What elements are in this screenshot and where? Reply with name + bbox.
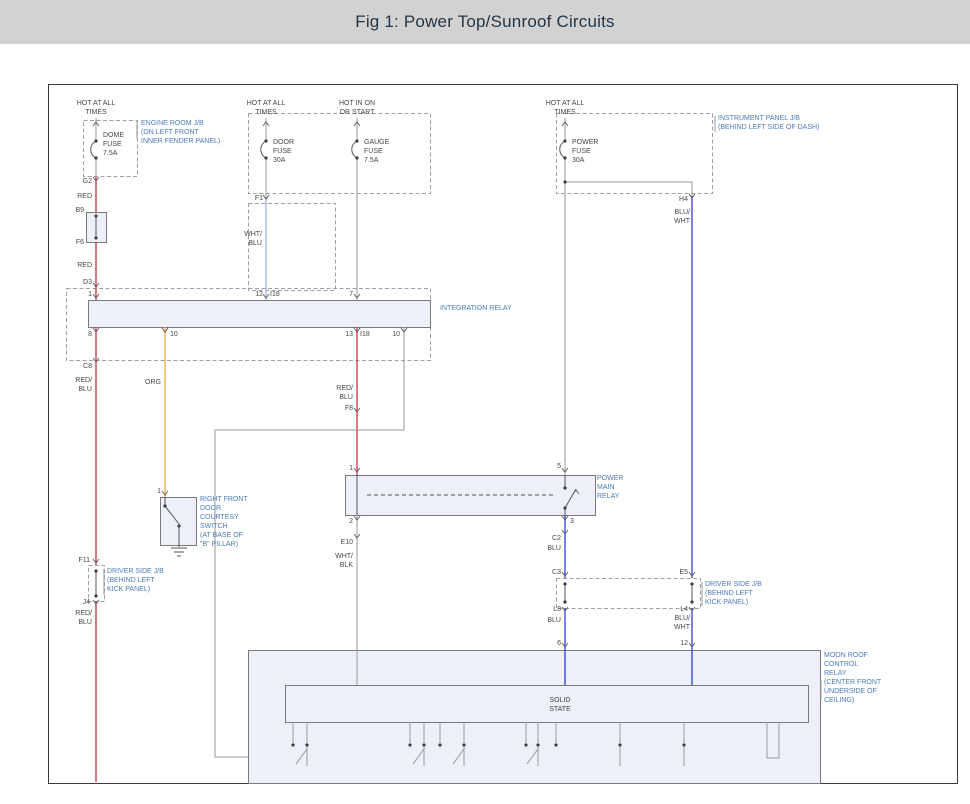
red-blu-label-3: RED/ BLU [75,609,92,627]
hot-in-on-or-start: HOT IN ON OR START [339,99,375,117]
ir-pin-13: 13 [345,330,353,339]
pmr-pin-5: 5 [557,462,561,471]
f11-label: F11 [78,556,90,565]
engine-room-jb-label: ENGINE ROOM J/B (ON LEFT FRONT INNER FEN… [141,119,220,146]
ir-pin-10b: 10 [392,330,400,339]
g2-label: G2 [83,177,92,186]
l4-label: L4 [680,605,688,614]
sw-pin-1: 1 [157,487,161,496]
wht-blk-label: WHT/ BLK [335,552,353,570]
e5-label: E5 [679,568,688,577]
figure-page: Fig 1: Power Top/Sunroof Circuits HOT AT… [0,0,970,804]
ir-pin-12: 12 [255,290,263,299]
red-blu-label-2: RED/ BLU [336,384,353,402]
blu-wht-label-1: BLU/ WHT [674,614,690,632]
ir-pin-1: 1 [88,290,92,299]
f1-label: F1 [255,194,263,203]
c2-label: C2 [552,534,561,543]
mr-pin-12: 12 [680,639,688,648]
ir-pin-i18-bottom: I18 [360,330,370,339]
hot-at-all-times-2: HOT AT ALL TIMES [247,99,286,117]
driver-side-jb-label-left: DRIVER SIDE J/B (BEHIND LEFT KICK PANEL) [107,567,164,594]
mr-pin-6: 6 [557,639,561,648]
ir-pin-10a: 10 [170,330,178,339]
blu-label-1: BLU [547,544,561,553]
wht-blu-label: WHT/ BLU [244,230,262,248]
blu-label-2: BLU [547,616,561,625]
f6-label: F6 [76,238,84,247]
red-blu-label-1: RED/ BLU [75,376,92,394]
red-label-2: RED [77,261,92,270]
e10-label: E10 [341,538,353,547]
driver-side-jb-label-right: DRIVER SIDE J/B (BEHIND LEFT KICK PANEL) [705,580,762,607]
hot-at-all-times-3: HOT AT ALL TIMES [546,99,585,117]
door-fuse-label: DOOR FUSE 30A [273,138,294,165]
moon-roof-relay-label: MOON ROOF CONTROL RELAY (CENTER FRONT UN… [824,651,881,706]
f8-label: F8 [345,404,353,413]
ir-pin-7: 7 [349,290,353,299]
c3-label: C3 [552,568,561,577]
instrument-panel-jb-label: INSTRUMENT PANEL J/B (BEHIND LEFT SIDE O… [718,114,819,132]
pmr-pin-1: 1 [349,464,353,473]
dome-fuse-label: DOME FUSE 7.5A [103,131,124,158]
c8-label: C8 [83,362,92,371]
solid-state-label: SOLID STATE [549,696,571,714]
power-fuse-label: POWER FUSE 30A [572,138,598,165]
ir-pin-8: 8 [88,330,92,339]
ir-pin-i18-top: I18 [270,290,280,299]
gauge-fuse-label: GAUGE FUSE 7.5A [364,138,389,165]
org-label: ORG [145,378,161,387]
pmr-pin-2: 2 [349,517,353,526]
j4-label: J4 [83,598,90,607]
h4-label: H4 [679,195,688,204]
diagram-labels-layer: HOT AT ALL TIMES HOT AT ALL TIMES HOT IN O… [0,0,970,804]
l8-label: L8 [553,605,561,614]
b9-label: B9 [75,206,84,215]
red-label-1: RED [77,192,92,201]
integration-relay-label: INTEGRATION RELAY [440,304,512,313]
pmr-pin-3: 3 [570,517,574,526]
power-main-relay-label: POWER MAIN RELAY [597,474,623,501]
hot-at-all-times-1: HOT AT ALL TIMES [77,99,116,117]
d3-label: D3 [83,278,92,287]
courtesy-switch-label: RIGHT FRONT DOOR COURTESY SWITCH (AT BAS… [200,495,248,550]
blu-wht-label-2: BLU/ WHT [674,208,690,226]
